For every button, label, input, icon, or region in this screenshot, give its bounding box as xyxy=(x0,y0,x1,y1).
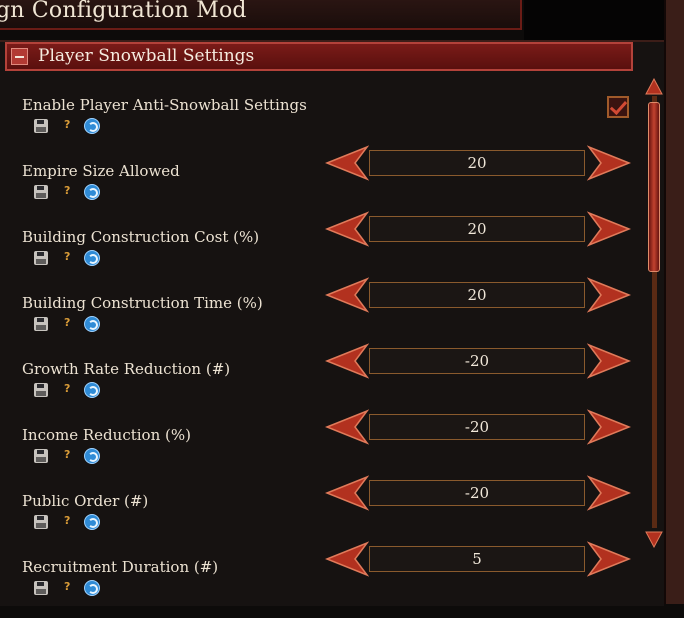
save-icon[interactable] xyxy=(34,185,48,199)
help-icon[interactable]: ? xyxy=(64,118,70,131)
decrease-arrow-icon[interactable] xyxy=(325,145,369,181)
value-stepper: 5 xyxy=(325,541,631,577)
reset-icon[interactable] xyxy=(84,250,100,266)
setting-label: Growth Rate Reduction (#) xyxy=(22,360,231,378)
value-display[interactable]: -20 xyxy=(369,414,585,440)
increase-arrow-icon[interactable] xyxy=(587,145,631,181)
value-stepper: -20 xyxy=(325,475,631,511)
setting-label: Income Reduction (%) xyxy=(22,426,191,444)
reset-icon[interactable] xyxy=(84,118,100,134)
decrease-arrow-icon[interactable] xyxy=(325,343,369,379)
scroll-down-arrow-icon[interactable] xyxy=(645,530,663,548)
help-icon[interactable]: ? xyxy=(64,580,70,593)
save-icon[interactable] xyxy=(34,251,48,265)
setting-actions: ? xyxy=(34,448,114,466)
reset-icon[interactable] xyxy=(84,448,100,464)
section-title: Player Snowball Settings xyxy=(38,46,255,66)
window-title-bar: gn Configuration Mod xyxy=(0,0,522,30)
decrease-arrow-icon[interactable] xyxy=(325,409,369,445)
value-display[interactable]: 5 xyxy=(369,546,585,572)
section-header[interactable]: Player Snowball Settings xyxy=(5,42,633,71)
decrease-arrow-icon[interactable] xyxy=(325,277,369,313)
save-icon[interactable] xyxy=(34,449,48,463)
window-frame-edge xyxy=(666,0,684,604)
value-stepper: -20 xyxy=(325,409,631,445)
value-display[interactable]: 20 xyxy=(369,216,585,242)
help-icon[interactable]: ? xyxy=(64,316,70,329)
value-stepper: 20 xyxy=(325,145,631,181)
setting-actions: ? xyxy=(34,580,114,598)
scrollbar-thumb[interactable] xyxy=(648,102,660,272)
reset-icon[interactable] xyxy=(84,316,100,332)
setting-label: Empire Size Allowed xyxy=(22,162,180,180)
setting-actions: ? xyxy=(34,184,114,202)
setting-label: Building Construction Time (%) xyxy=(22,294,263,312)
decrease-arrow-icon[interactable] xyxy=(325,475,369,511)
help-icon[interactable]: ? xyxy=(64,514,70,527)
help-icon[interactable]: ? xyxy=(64,250,70,263)
save-icon[interactable] xyxy=(34,317,48,331)
increase-arrow-icon[interactable] xyxy=(587,211,631,247)
increase-arrow-icon[interactable] xyxy=(587,475,631,511)
setting-label: Building Construction Cost (%) xyxy=(22,228,260,246)
setting-actions: ? xyxy=(34,514,114,532)
value-display[interactable]: 20 xyxy=(369,150,585,176)
value-display[interactable]: -20 xyxy=(369,348,585,374)
increase-arrow-icon[interactable] xyxy=(587,343,631,379)
setting-label: Public Order (#) xyxy=(22,492,149,510)
value-stepper: 20 xyxy=(325,277,631,313)
increase-arrow-icon[interactable] xyxy=(587,277,631,313)
increase-arrow-icon[interactable] xyxy=(587,541,631,577)
save-icon[interactable] xyxy=(34,515,48,529)
save-icon[interactable] xyxy=(34,119,48,133)
setting-actions: ? xyxy=(34,118,114,136)
setting-actions: ? xyxy=(34,316,114,334)
save-icon[interactable] xyxy=(34,383,48,397)
decrease-arrow-icon[interactable] xyxy=(325,211,369,247)
help-icon[interactable]: ? xyxy=(64,382,70,395)
setting-actions: ? xyxy=(34,250,114,268)
value-stepper: -20 xyxy=(325,343,631,379)
reset-icon[interactable] xyxy=(84,382,100,398)
value-display[interactable]: 20 xyxy=(369,282,585,308)
scroll-up-arrow-icon[interactable] xyxy=(645,78,663,96)
collapse-icon[interactable] xyxy=(11,48,28,65)
setting-label: Enable Player Anti-Snowball Settings xyxy=(22,96,307,114)
title-bar-filler xyxy=(524,0,666,40)
setting-actions: ? xyxy=(34,382,114,400)
help-icon[interactable]: ? xyxy=(64,448,70,461)
decrease-arrow-icon[interactable] xyxy=(325,541,369,577)
reset-icon[interactable] xyxy=(84,184,100,200)
window-title: gn Configuration Mod xyxy=(0,0,247,23)
increase-arrow-icon[interactable] xyxy=(587,409,631,445)
reset-icon[interactable] xyxy=(84,580,100,596)
value-stepper: 20 xyxy=(325,211,631,247)
save-icon[interactable] xyxy=(34,581,48,595)
setting-label: Recruitment Duration (#) xyxy=(22,558,219,576)
reset-icon[interactable] xyxy=(84,514,100,530)
help-icon[interactable]: ? xyxy=(64,184,70,197)
value-display[interactable]: -20 xyxy=(369,480,585,506)
setting-row: Recruitment Duration (#) ? 5 xyxy=(0,541,640,618)
